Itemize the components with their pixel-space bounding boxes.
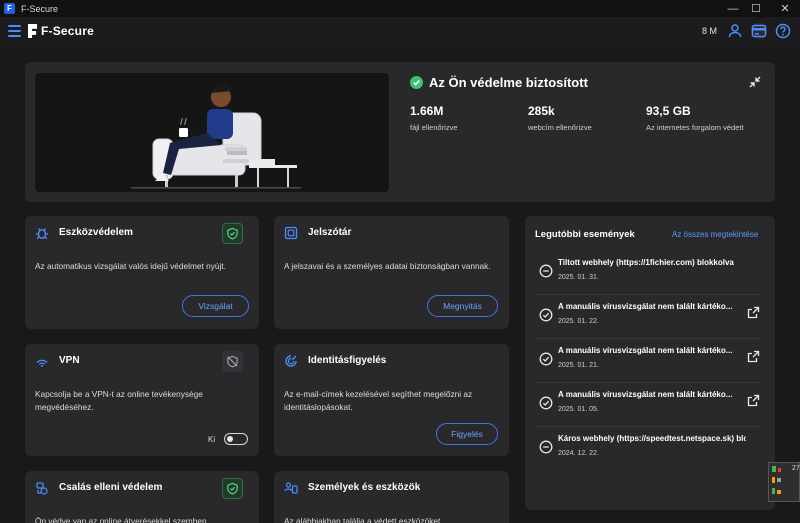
- shield-check-icon: [222, 223, 243, 244]
- divider: [537, 426, 762, 427]
- password-vault-card[interactable]: Jelszótár A jelszavai és a személyes ada…: [274, 216, 509, 329]
- card-title: Jelszótár: [308, 227, 352, 238]
- identity-monitoring-card[interactable]: Identitásfigyelés Az e-mail-címek kezelé…: [274, 344, 509, 456]
- stat-value: 285k: [528, 104, 555, 118]
- card-description: A jelszavai és a személyes adatai bizton…: [284, 261, 491, 271]
- divider: [537, 338, 762, 339]
- identity-icon: [285, 355, 297, 367]
- vpn-card[interactable]: VPN Kapcsolja be a VPN-t az online tevék…: [25, 344, 259, 456]
- event-date: 2025. 01. 05.: [558, 406, 599, 413]
- menu-icon[interactable]: [8, 25, 21, 37]
- event-item[interactable]: A manuális vírusvizsgálat nem talált kár…: [525, 386, 775, 430]
- stat-value: 1.66M: [410, 104, 444, 118]
- card-title: Eszközvédelem: [59, 227, 133, 238]
- brand-logo: F-Secure: [28, 24, 94, 38]
- stat-label: Az internetes forgalom védett: [646, 123, 744, 132]
- protection-status-title: Az Ön védelme biztosított: [429, 75, 588, 90]
- event-text: A manuális vírusvizsgálat nem talált kár…: [558, 302, 733, 311]
- account-icon[interactable]: [727, 23, 743, 39]
- stat-urls: 285k webcím ellenőrizve: [528, 104, 592, 132]
- hero-illustration: [35, 73, 389, 192]
- vpn-toggle-label: Ki: [208, 435, 216, 444]
- scam-protection-card[interactable]: Csalás elleni védelem Ön védve van az on…: [25, 471, 259, 523]
- event-text: A manuális vírusvizsgálat nem talált kár…: [558, 346, 733, 355]
- app-header: F-Secure 8 M: [0, 17, 800, 47]
- window-title: F-Secure: [21, 3, 59, 14]
- event-date: 2025. 01. 22.: [558, 318, 599, 325]
- scam-icon: [36, 482, 48, 495]
- external-link-icon[interactable]: [747, 394, 760, 407]
- event-item[interactable]: A manuális vírusvizsgálat nem talált kár…: [525, 342, 775, 386]
- view-all-link[interactable]: Az összes megtekintése: [672, 230, 758, 239]
- divider: [537, 294, 762, 295]
- window-titlebar: F F-Secure — ☐ ✕: [0, 0, 800, 17]
- vault-icon: [284, 226, 298, 240]
- card-title: Csalás elleni védelem: [59, 482, 163, 493]
- stat-value: 93,5 GB: [646, 104, 691, 118]
- protection-status: Az Ön védelme biztosított: [410, 75, 588, 90]
- events-title: Legutóbbi események: [535, 229, 635, 240]
- minus-circle-icon: [539, 264, 553, 278]
- minus-circle-icon: [539, 440, 553, 454]
- external-link-icon[interactable]: [747, 306, 760, 319]
- event-date: 2025. 01. 21.: [558, 362, 599, 369]
- event-item[interactable]: Káros webhely (https://speedtest.netspac…: [525, 430, 775, 474]
- fsecure-logo-icon: [28, 24, 37, 38]
- card-description: Az automatikus vizsgálat valós idejű véd…: [35, 261, 226, 271]
- tray-icons: [772, 466, 781, 494]
- collapse-icon[interactable]: [748, 75, 762, 89]
- people-devices-card[interactable]: Személyek és eszközök Az alábbiakban tal…: [274, 471, 509, 523]
- external-link-icon[interactable]: [747, 350, 760, 363]
- device-protection-card[interactable]: Eszközvédelem Az automatikus vizsgálat v…: [25, 216, 259, 329]
- stat-traffic: 93,5 GB Az internetes forgalom védett: [646, 104, 744, 132]
- subscription-icon[interactable]: [751, 23, 767, 39]
- wifi-icon: [36, 359, 48, 367]
- card-description: Az e-mail-címek kezelésével segíthet meg…: [284, 389, 473, 412]
- tray-number: 27: [792, 465, 800, 472]
- bug-icon: [36, 228, 48, 240]
- divider: [537, 382, 762, 383]
- stat-label: fájl ellenőrizve: [410, 123, 458, 132]
- close-button[interactable]: ✕: [762, 0, 800, 17]
- shield-off-icon: [222, 351, 243, 372]
- user-initials[interactable]: 8 M: [702, 26, 717, 36]
- brand-name: F-Secure: [41, 24, 94, 38]
- event-text: Káros webhely (https://speedtest.netspac…: [558, 434, 746, 443]
- event-text: Tiltott webhely (https://1fichier.com) b…: [558, 258, 734, 267]
- shield-check-icon: [222, 478, 243, 499]
- card-description: Ön védve van az online átverésekkel szem…: [35, 516, 209, 523]
- help-icon[interactable]: [775, 23, 791, 39]
- card-title: VPN: [59, 355, 80, 366]
- stat-files: 1.66M fájl ellenőrizve: [410, 104, 458, 132]
- open-button[interactable]: Megnyitás: [427, 295, 498, 317]
- people-icon: [284, 482, 298, 494]
- scan-button[interactable]: Vizsgálat: [182, 295, 249, 317]
- event-date: 2025. 01. 31.: [558, 274, 599, 281]
- card-description: Az alábbiakban találja a védett eszközök…: [284, 516, 443, 523]
- app-logo-icon: F: [4, 3, 15, 14]
- toggle-knob: [227, 435, 233, 442]
- check-circle-icon: [539, 308, 553, 322]
- event-text: A manuális vírusvizsgálat nem talált kár…: [558, 390, 733, 399]
- card-title: Identitásfigyelés: [308, 355, 387, 366]
- event-item[interactable]: Tiltott webhely (https://1fichier.com) b…: [525, 254, 775, 298]
- event-date: 2024. 12. 22.: [558, 450, 599, 457]
- card-description: Kapcsolja be a VPN-t az online tevékenys…: [35, 389, 203, 412]
- check-circle-icon: [539, 352, 553, 366]
- check-circle-icon: [410, 76, 423, 89]
- monitor-button[interactable]: Figyelés: [436, 423, 498, 445]
- vpn-toggle[interactable]: [224, 433, 248, 445]
- tray-widget[interactable]: 27: [768, 462, 800, 502]
- card-title: Személyek és eszközök: [308, 482, 421, 493]
- event-item[interactable]: A manuális vírusvizsgálat nem talált kár…: [525, 298, 775, 342]
- stat-label: webcím ellenőrizve: [528, 123, 592, 132]
- recent-events-panel: Legutóbbi események Az összes megtekinté…: [525, 216, 775, 510]
- check-circle-icon: [539, 396, 553, 410]
